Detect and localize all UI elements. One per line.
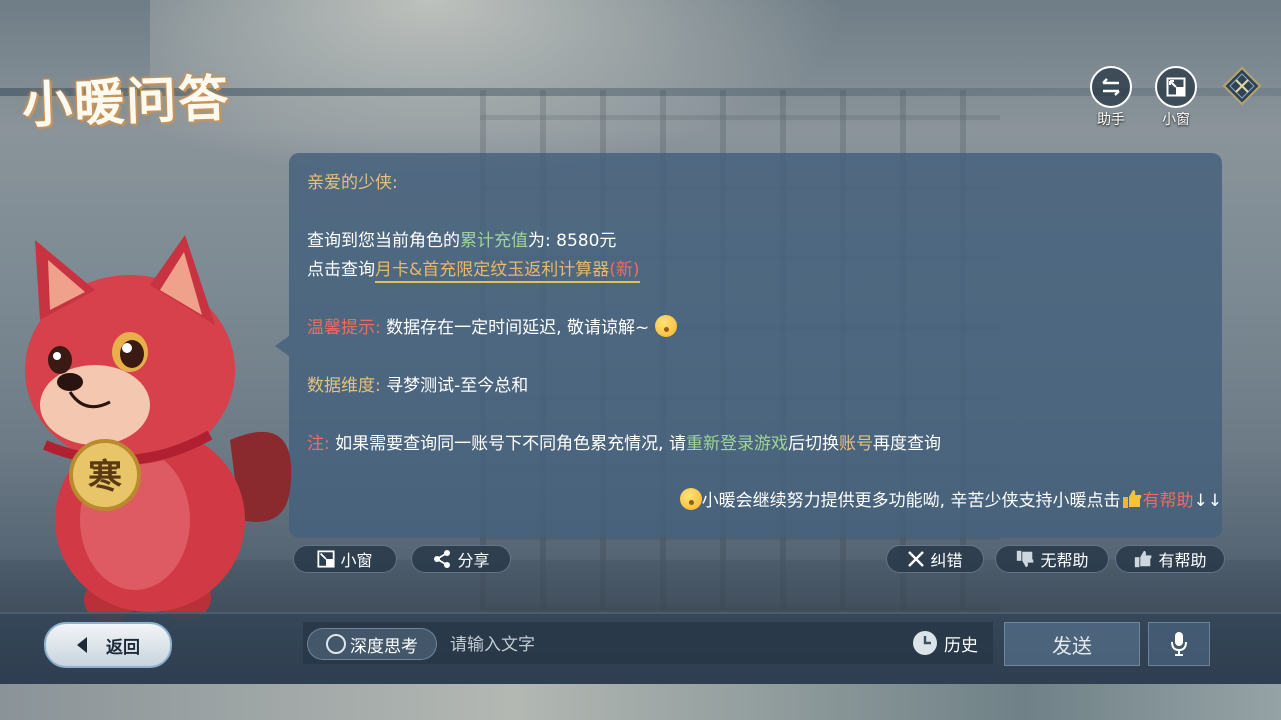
calc-prefix: 点击查询 — [307, 260, 375, 280]
report-label: 纠错 — [930, 551, 963, 570]
radio-icon — [326, 634, 346, 654]
calculator-link[interactable]: 月卡&首充限定纹玉返利计算器(新) — [375, 260, 640, 283]
send-button[interactable]: 发送 — [1004, 622, 1140, 666]
helpful-label: 有帮助 — [1158, 551, 1207, 570]
report-error-button[interactable]: 纠错 — [886, 545, 984, 573]
clock-icon — [913, 631, 937, 655]
footer-helpful: 有帮助 — [1142, 491, 1194, 511]
close-icon — [1222, 66, 1262, 106]
microphone-button[interactable] — [1148, 622, 1210, 666]
thumbs-down-icon — [1017, 550, 1034, 568]
greeting: 亲爱的少侠: — [307, 173, 398, 193]
share-icon — [434, 550, 451, 568]
query-suffix: 为: 8580元 — [528, 231, 617, 251]
dimension-label: 数据维度: — [307, 376, 381, 396]
thumbs-up-icon — [1135, 550, 1152, 568]
assistant-button[interactable]: 助手 — [1086, 66, 1136, 129]
shy-emoji-icon — [654, 315, 677, 337]
history-button[interactable]: 历史 — [912, 628, 988, 658]
history-label: 历史 — [944, 635, 978, 656]
calc-line: 点击查询月卡&首充限定纹玉返利计算器(新) — [307, 255, 640, 283]
query-line: 查询到您当前角色的累计充值为: 8580元 — [307, 226, 616, 251]
swap-icon — [1090, 66, 1132, 108]
footer-line: 小暖会继续努力提供更多功能呦, 辛苦少侠支持小暖点击 有帮助↓↓ — [679, 486, 1223, 511]
footer-arrows: ↓↓ — [1193, 491, 1223, 511]
thumbs-up-emoji-icon — [1122, 490, 1141, 508]
tip-label: 温馨提示: — [307, 318, 381, 338]
mini-window-icon — [317, 550, 336, 568]
note-text1: 如果需要查询同一账号下不同角色累充情况, 请 — [329, 434, 686, 454]
back-arrow-icon — [77, 637, 87, 653]
badge-text: 寒 — [88, 457, 122, 497]
account-highlight: 账号 — [838, 434, 873, 454]
mascot-dog: 寒 — [25, 235, 292, 622]
shy-emoji-icon — [679, 488, 702, 510]
back-button[interactable]: 返回 — [44, 622, 172, 668]
cumulative-topup-highlight: 累计充值 — [460, 231, 528, 251]
helpful-button[interactable]: 有帮助 — [1115, 545, 1225, 573]
query-prefix: 查询到您当前角色的 — [307, 231, 460, 251]
microphone-icon — [1171, 632, 1187, 656]
assistant-label: 助手 — [1097, 112, 1125, 128]
note-label: 注: — [307, 434, 330, 454]
bottom-strip — [0, 684, 1281, 720]
mini-window-label: 小窗 — [1162, 112, 1190, 128]
share-label: 分享 — [457, 551, 490, 570]
share-button[interactable]: 分享 — [411, 545, 511, 573]
deep-think-label: 深度思考 — [350, 636, 418, 657]
relogin-highlight: 重新登录游戏 — [685, 434, 788, 454]
app-title: 小暖问答 — [21, 68, 232, 135]
mini-window-top-button[interactable]: 小窗 — [1151, 66, 1201, 129]
calculator-link-text: 月卡&首充限定纹玉返利计算器 — [375, 260, 610, 280]
mini-window-icon — [1155, 66, 1197, 108]
mini-window-button[interactable]: 小窗 — [293, 545, 397, 573]
dimension-line: 数据维度: 寻梦测试-至今总和 — [307, 371, 528, 396]
deep-think-toggle[interactable]: 深度思考 — [307, 628, 437, 660]
footer-text: 小暖会继续努力提供更多功能呦, 辛苦少侠支持小暖点击 — [701, 491, 1121, 511]
new-tag: (新) — [609, 260, 640, 280]
x-icon — [908, 551, 925, 567]
note-text3: 再度查询 — [872, 434, 941, 454]
mini-window-button-label: 小窗 — [340, 551, 373, 570]
answer-panel — [289, 153, 1222, 538]
tip-line: 温馨提示: 数据存在一定时间延迟, 敬请谅解~ — [307, 313, 677, 338]
not-helpful-label: 无帮助 — [1040, 551, 1089, 570]
tip-text: 数据存在一定时间延迟, 敬请谅解~ — [380, 318, 650, 338]
note-line: 注: 如果需要查询同一账号下不同角色累充情况, 请重新登录游戏后切换账号再度查询 — [307, 429, 941, 454]
close-button[interactable] — [1222, 66, 1262, 106]
back-label: 返回 — [106, 637, 140, 658]
dimension-text: 寻梦测试-至今总和 — [380, 376, 529, 396]
note-text2: 后切换 — [787, 434, 839, 454]
send-label: 发送 — [1052, 633, 1092, 658]
message-input[interactable] — [448, 630, 892, 660]
not-helpful-button[interactable]: 无帮助 — [995, 545, 1109, 573]
